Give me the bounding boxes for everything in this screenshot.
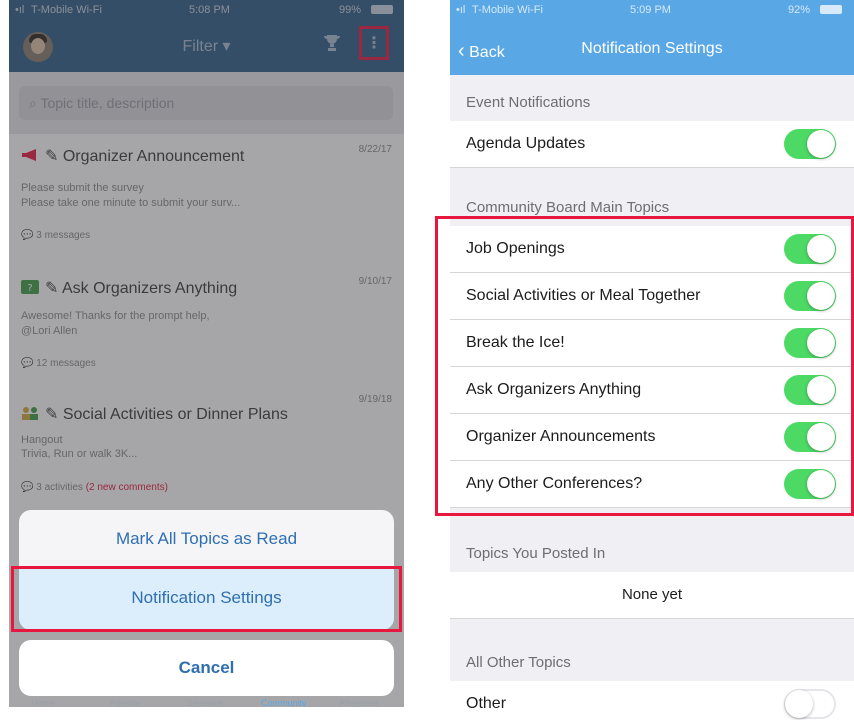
setting-label: Other [466, 695, 507, 712]
empty-state-label: None yet [621, 586, 683, 603]
battery-icon [820, 5, 842, 14]
nav-bar: ‹ Back Notification Settings [450, 20, 854, 75]
cancel-button[interactable]: Cancel [19, 640, 394, 696]
highlight-box [11, 566, 402, 632]
setting-row-other: Other [450, 681, 854, 720]
mark-all-read-button[interactable]: Mark All Topics as Read [19, 510, 394, 566]
tab-home[interactable]: Home [31, 698, 55, 707]
tab-bar: Home Agenda Sessions Community Attendees [9, 698, 404, 707]
setting-row-agenda-updates: Agenda Updates [450, 121, 854, 168]
section-header-other: All Other Topics [466, 654, 571, 671]
signal-icon: •ıl [456, 4, 466, 16]
setting-label: Agenda Updates [466, 135, 586, 152]
section-header-posted: Topics You Posted In [466, 545, 606, 562]
section-header-event: Event Notifications [466, 94, 591, 111]
tab-community[interactable]: Community [261, 698, 307, 707]
agenda-updates-toggle[interactable] [784, 129, 836, 159]
page-title: Notification Settings [581, 40, 723, 57]
time-label: 5:09 PM [630, 4, 671, 16]
tab-sessions[interactable]: Sessions [187, 698, 224, 707]
tab-attendees[interactable]: Attendees [339, 698, 380, 707]
status-bar: •ıl T-Mobile Wi-Fi 5:09 PM 92% [450, 0, 854, 20]
battery-label: 92% [788, 4, 811, 16]
highlight-box [435, 216, 854, 516]
carrier-label: T-Mobile Wi-Fi [472, 4, 543, 16]
other-toggle[interactable] [784, 689, 836, 719]
tab-agenda[interactable]: Agenda [109, 698, 140, 707]
posted-empty-row: None yet [450, 572, 854, 619]
